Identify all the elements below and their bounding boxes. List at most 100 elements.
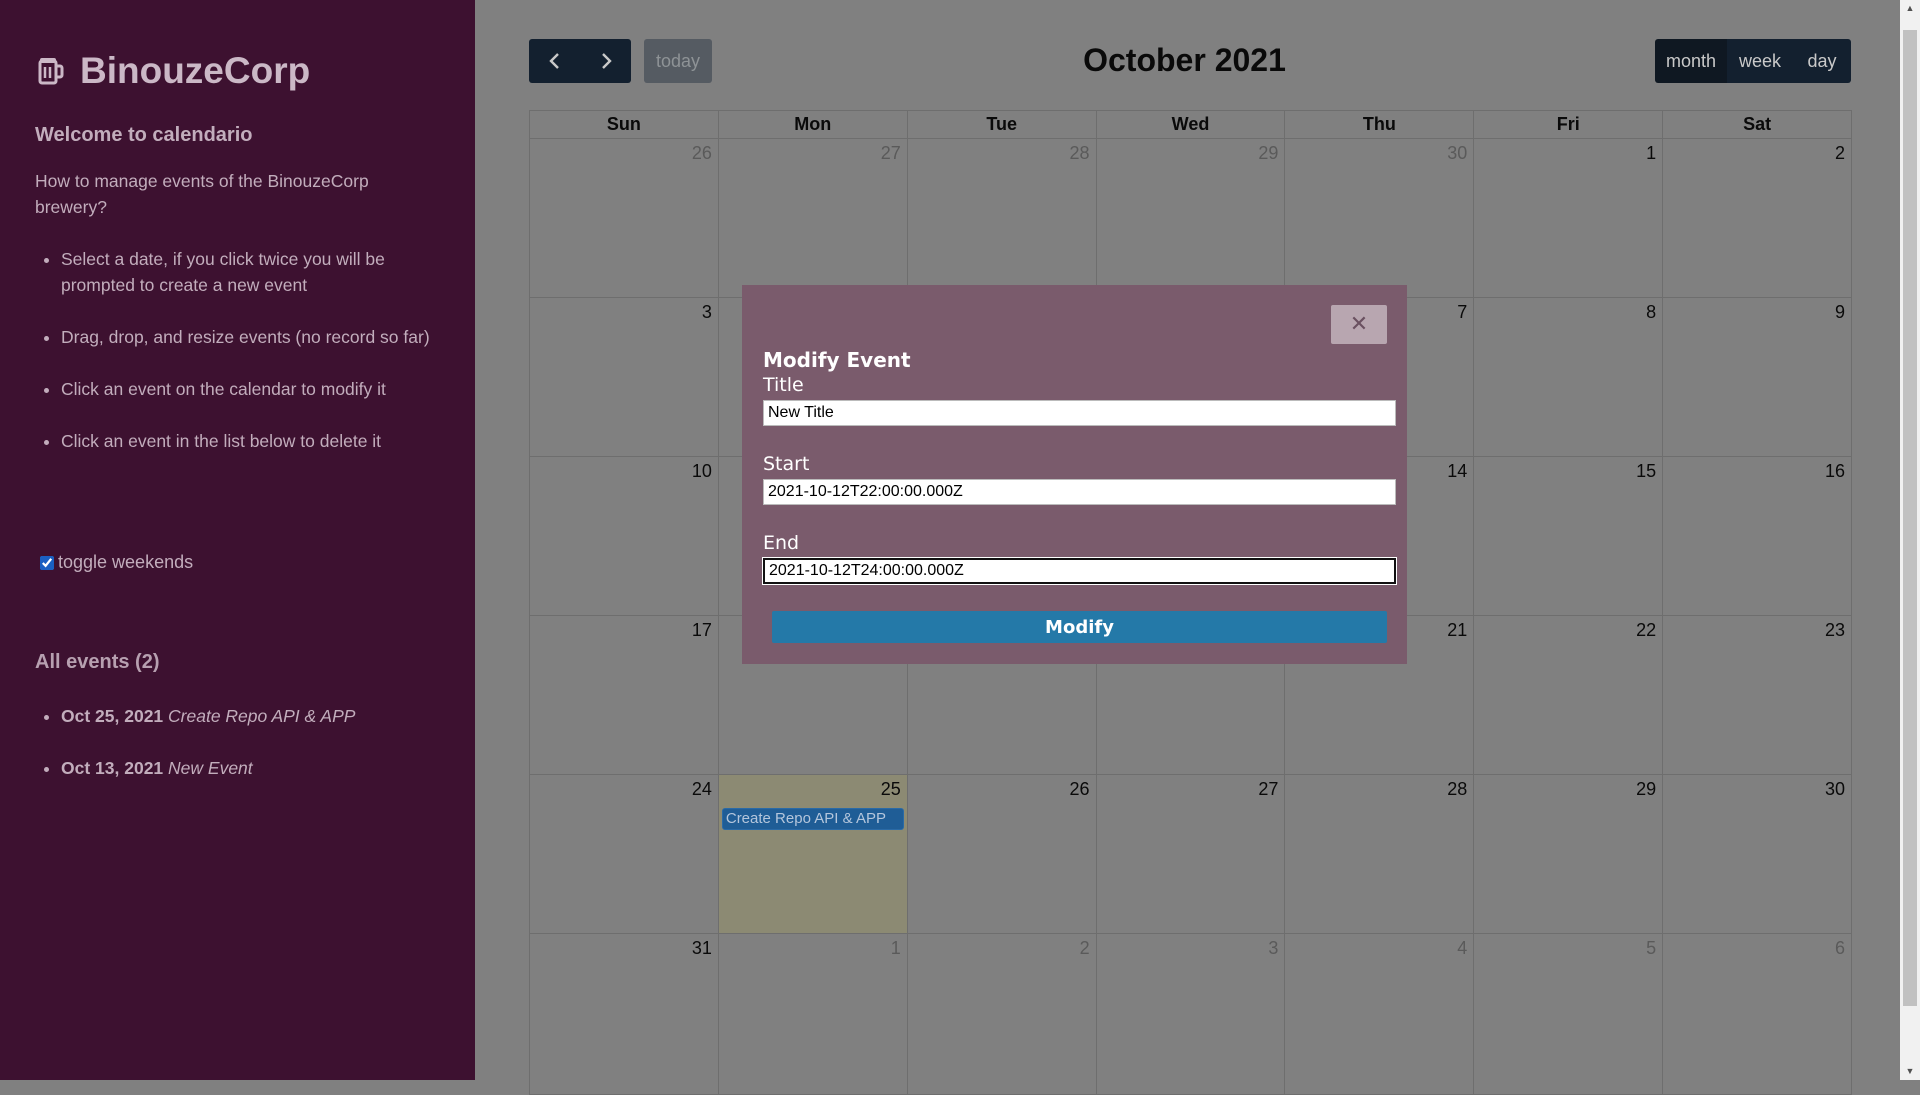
day-number: 17 — [691, 620, 712, 640]
day-cell[interactable]: 27 — [1095, 775, 1285, 933]
day-number: 21 — [1447, 620, 1468, 640]
day-number: 5 — [1646, 938, 1657, 958]
day-cell[interactable]: 8 — [1473, 298, 1662, 456]
day-cell[interactable]: 28 — [906, 139, 1096, 297]
scroll-thumb[interactable] — [1903, 30, 1917, 1006]
day-cell[interactable]: 1 — [717, 934, 907, 1094]
day-number: 14 — [1447, 461, 1468, 481]
calendar-event[interactable]: Create Repo API & APP — [721, 808, 904, 830]
day-cell[interactable]: 1 — [1473, 139, 1662, 297]
day-cell[interactable]: 26 — [906, 775, 1096, 933]
sidebar: BinouzeCorp Welcome to calendario How to… — [0, 0, 475, 1080]
day-number: 30 — [1447, 143, 1468, 163]
modal-heading: Modify Event — [763, 348, 911, 372]
day-number: 25 — [880, 779, 901, 799]
day-number: 3 — [701, 302, 712, 322]
day-cell[interactable]: 15 — [1473, 457, 1662, 615]
day-cell[interactable]: 2 — [906, 934, 1096, 1094]
end-input[interactable] — [762, 557, 1397, 585]
view-day-button[interactable]: day — [1793, 39, 1851, 83]
weekday-header: Mon — [717, 111, 907, 138]
today-button[interactable]: today — [644, 39, 712, 83]
chevron-left-icon — [548, 53, 559, 69]
brand-name: BinouzeCorp — [80, 50, 311, 91]
day-number: 2 — [1079, 938, 1090, 958]
event-list-item[interactable]: Oct 13, 2021 New Event — [61, 755, 355, 781]
beer-mug-icon — [38, 58, 64, 85]
day-cell[interactable]: 22 — [1473, 616, 1662, 774]
welcome-heading: Welcome to calendario — [35, 124, 253, 146]
toggle-weekends-label: toggle weekends — [58, 552, 194, 572]
howto-text: How to manage events of the BinouzeCorp … — [35, 171, 369, 217]
week-row: 26 27 28 29 30 1 2 — [530, 139, 1851, 298]
day-number: 7 — [1457, 302, 1468, 322]
day-number: 16 — [1824, 461, 1846, 481]
day-cell[interactable]: 27 — [717, 139, 907, 297]
day-number: 23 — [1824, 620, 1846, 640]
day-number: 28 — [1069, 143, 1090, 163]
start-label: Start — [763, 453, 810, 475]
day-cell[interactable]: 29 — [1473, 775, 1662, 933]
view-week-button[interactable]: week — [1727, 39, 1793, 83]
view-month-button[interactable]: month — [1655, 39, 1727, 83]
next-month-button[interactable] — [580, 39, 631, 83]
scroll-down-icon[interactable]: ▼ — [1900, 1063, 1920, 1080]
weekday-header: Sun — [606, 114, 641, 134]
week-row: 24 25 Create Repo API & APP 26 27 28 29 30 — [530, 775, 1851, 934]
brand: BinouzeCorp — [38, 50, 310, 92]
event-title: Create Repo API & APP — [168, 706, 356, 726]
close-icon: ✕ — [1349, 312, 1369, 337]
toggle-weekends-checkbox[interactable] — [40, 555, 54, 570]
scroll-up-icon[interactable]: ▲ — [1900, 0, 1920, 17]
title-input[interactable] — [763, 400, 1396, 426]
calendar-title-text: October 2021 — [1083, 42, 1286, 78]
day-number: 6 — [1835, 938, 1846, 958]
weekday-header: Fri — [1473, 111, 1662, 138]
event-list: Oct 25, 2021 Create Repo API & APP Oct 1… — [35, 703, 355, 807]
weekday-header-row: Sun Mon Tue Wed Thu Fri Sat — [530, 111, 1851, 139]
day-cell[interactable]: 24 — [530, 775, 718, 933]
chevron-right-icon — [601, 53, 612, 69]
day-cell[interactable]: 6 — [1662, 934, 1851, 1094]
day-cell[interactable]: 30 — [1284, 139, 1473, 297]
all-events-heading: All events (2) — [35, 651, 160, 673]
day-number: 22 — [1636, 620, 1657, 640]
day-number: 29 — [1258, 143, 1279, 163]
day-cell[interactable]: 31 — [530, 934, 718, 1094]
day-cell[interactable]: 4 — [1284, 934, 1473, 1094]
day-number: 27 — [880, 143, 901, 163]
day-cell[interactable]: 30 — [1662, 775, 1851, 933]
day-cell[interactable]: 26 — [530, 139, 718, 297]
day-number: 8 — [1646, 302, 1657, 322]
day-number: 1 — [1646, 143, 1657, 163]
day-cell[interactable]: 2 — [1662, 139, 1851, 297]
day-cell[interactable]: 3 — [530, 298, 718, 456]
toggle-weekends[interactable]: toggle weekends — [40, 552, 193, 573]
modify-event-modal: ✕ Modify Event Title Start End Modify — [742, 285, 1407, 664]
end-label: End — [763, 532, 800, 554]
title-label: Title — [763, 374, 804, 396]
day-cell[interactable]: 9 — [1662, 298, 1851, 456]
day-cell[interactable]: 3 — [1095, 934, 1285, 1094]
event-list-item[interactable]: Oct 25, 2021 Create Repo API & APP — [61, 703, 355, 729]
page-scrollbar[interactable]: ▲ ▼ — [1900, 0, 1920, 1080]
day-number: 26 — [691, 143, 712, 163]
day-number: 29 — [1636, 779, 1657, 799]
day-cell[interactable]: 16 — [1662, 457, 1851, 615]
day-cell[interactable]: 10 — [530, 457, 718, 615]
day-cell[interactable]: 28 — [1284, 775, 1473, 933]
close-modal-button[interactable]: ✕ — [1331, 305, 1387, 344]
day-cell[interactable]: 29 — [1095, 139, 1285, 297]
day-cell[interactable]: 25 Create Repo API & APP — [717, 775, 907, 933]
day-number: 26 — [1069, 779, 1090, 799]
day-number: 9 — [1835, 302, 1846, 322]
day-cell[interactable]: 17 — [530, 616, 718, 774]
start-input[interactable] — [763, 479, 1396, 505]
day-cell[interactable]: 5 — [1473, 934, 1662, 1094]
day-number: 2 — [1835, 143, 1846, 163]
modify-button[interactable]: Modify — [772, 611, 1387, 643]
prev-month-button[interactable] — [529, 39, 580, 83]
week-row: 31 1 2 3 4 5 6 — [530, 934, 1851, 1094]
day-cell[interactable]: 23 — [1662, 616, 1851, 774]
instruction-item: Drag, drop, and resize events (no record… — [61, 324, 461, 350]
